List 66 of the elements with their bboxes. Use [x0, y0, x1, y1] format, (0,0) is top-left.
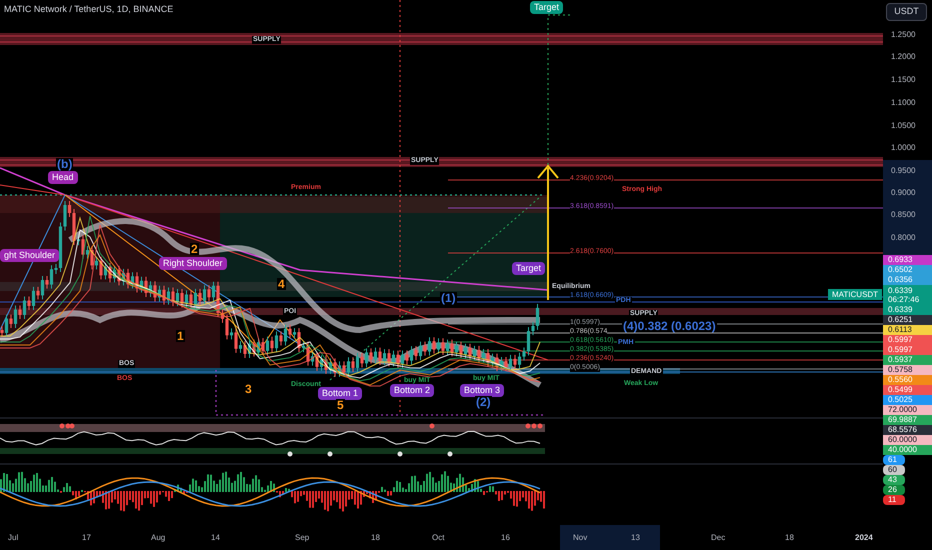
price-tick-label: 0.8500 — [891, 210, 916, 220]
price-tag: 60.0000 — [883, 435, 932, 445]
price-tick-label: 0.9000 — [891, 188, 916, 198]
chart-label-badge: ght Shoulder — [0, 249, 60, 262]
time-tick-label: 16 — [501, 533, 510, 543]
time-tick-label: 18 — [785, 533, 794, 543]
price-tag: 0.5499 — [883, 385, 932, 395]
time-tick-label: 13 — [631, 533, 640, 543]
time-tick-label: Sep — [295, 533, 310, 543]
price-tag: 0.5560 — [883, 375, 932, 385]
price-tick-label: 1.2500 — [891, 30, 916, 40]
wave-label: (2) — [475, 396, 492, 408]
time-tick-label: Dec — [711, 533, 726, 543]
price-tag: 0.5997 — [883, 335, 932, 345]
price-tag: 0.5937 — [883, 355, 932, 365]
price-tag: 0.5997 — [883, 345, 932, 355]
indicator-value-tag: 26 — [883, 485, 905, 495]
price-tag: 72.0000 — [883, 405, 932, 415]
price-tag: 0.5025 — [883, 395, 932, 405]
wave-label: 4 — [277, 278, 286, 290]
wave-label: 3 — [244, 383, 253, 395]
wave-label: (b) — [56, 158, 74, 170]
price-tag: 0.6251 — [883, 315, 932, 325]
price-tag: 0.6356 — [883, 275, 932, 285]
time-tick-label: 18 — [371, 533, 380, 543]
chart-label-badge: Head — [48, 171, 78, 184]
price-tag: 0.6113 — [883, 325, 932, 335]
time-tick-label: Nov — [573, 533, 588, 543]
wave-label: 5 — [336, 399, 345, 411]
price-tick-label: 1.1000 — [891, 98, 916, 108]
chart-title: MATIC Network / TetherUS, 1D, BINANCE — [4, 3, 174, 16]
price-tick-label: 1.0500 — [891, 121, 916, 131]
price-tag: 0.6502 — [883, 265, 932, 275]
indicator-value-tag: 11 — [883, 495, 905, 505]
chart-label-badge: Target — [512, 262, 546, 275]
price-tag: 68.5576 — [883, 425, 932, 435]
time-tick-label: 17 — [82, 533, 91, 543]
currency-button[interactable]: USDT — [886, 3, 927, 21]
time-tick-label: Jul — [8, 533, 18, 543]
chart-label-badge: Bottom 1 — [318, 387, 362, 400]
price-tick-label: 1.2000 — [891, 52, 916, 62]
chart-label-badge: Right Shoulder — [159, 257, 227, 270]
price-tick-label: 0.9500 — [891, 166, 916, 176]
price-tag: 69.9887 — [883, 415, 932, 425]
time-tick-label: Aug — [151, 533, 166, 543]
chart-label-badge: Target — [530, 1, 564, 14]
price-tag: 40.0000 — [883, 445, 932, 455]
wave-label: 2 — [190, 243, 199, 255]
price-tick-label: 1.0000 — [891, 143, 916, 153]
time-tick-label: 14 — [211, 533, 220, 543]
symbol-tag: MATICUSDT — [828, 289, 882, 300]
chart-label-badge: Bottom 2 — [390, 384, 434, 397]
price-tick-label: 0.8000 — [891, 233, 916, 243]
indicator-value-tag: 61 — [883, 455, 905, 465]
wave-label: 1 — [176, 330, 185, 342]
price-tag: 0.5758 — [883, 365, 932, 375]
price-tag: 0.6933 — [883, 255, 932, 265]
indicator-value-tag: 60 — [883, 465, 905, 475]
price-tick-label: 1.1500 — [891, 75, 916, 85]
time-tick-label: Oct — [432, 533, 444, 543]
indicator-value-tag: 43 — [883, 475, 905, 485]
wave-label: (4)0.382 (0.6023) — [622, 320, 717, 332]
chart-label-badge: Bottom 3 — [460, 384, 504, 397]
time-tick-label: 2024 — [855, 533, 873, 543]
price-tag: 0.6339 — [883, 305, 932, 315]
wave-label: (1) — [440, 292, 457, 304]
